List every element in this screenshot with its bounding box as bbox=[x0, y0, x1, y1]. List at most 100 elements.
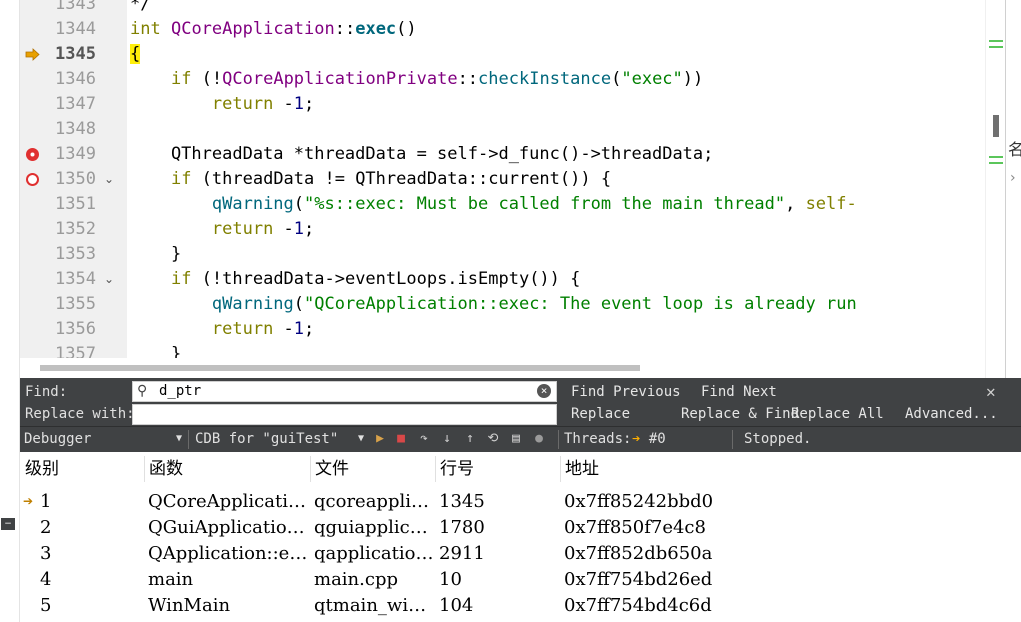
column-header-line[interactable]: 行号 bbox=[440, 452, 474, 486]
code-line[interactable]: 1354 ⌄ if (!threadData->eventLoops.isEmpt… bbox=[20, 267, 985, 292]
code-text[interactable]: return -1; bbox=[130, 92, 314, 117]
find-next-button[interactable]: Find Next bbox=[701, 384, 777, 400]
continue-icon[interactable]: ▶ bbox=[372, 431, 388, 447]
stack-frame-row[interactable]: 3 QApplication::e… qapplicatio… 2911 0x7ff85… bbox=[20, 541, 1021, 567]
line-number[interactable]: 1348 bbox=[44, 117, 96, 142]
line-number[interactable]: 1351 bbox=[44, 192, 96, 217]
stack-frame-row[interactable]: ➔ 1 QCoreApplicati… qcoreappli… 1345 0x7ff852… bbox=[20, 489, 1021, 515]
header-divider[interactable] bbox=[144, 456, 145, 482]
line-number[interactable]: 1346 bbox=[44, 67, 96, 92]
code-line[interactable]: 1346 if (!QCoreApplicationPrivate::check… bbox=[20, 67, 985, 92]
close-icon[interactable]: ✕ bbox=[986, 382, 996, 401]
horizontal-scroll-thumb[interactable] bbox=[40, 365, 640, 371]
code-line[interactable]: 1349 QThreadData *threadData = self->d_f… bbox=[20, 142, 985, 167]
debugger-view-combo[interactable]: Debugger ▼ bbox=[20, 427, 186, 452]
line-number[interactable]: 1345 bbox=[44, 42, 96, 67]
stack-line: 10 bbox=[439, 569, 462, 590]
record-icon[interactable]: ● bbox=[531, 431, 547, 447]
replace-and-find-button[interactable]: Replace & Find bbox=[681, 406, 799, 422]
replace-input[interactable] bbox=[132, 404, 557, 425]
code-line[interactable]: 1356 return -1; bbox=[20, 317, 985, 342]
code-text[interactable]: */ bbox=[130, 0, 150, 17]
line-number[interactable]: 1353 bbox=[44, 242, 96, 267]
line-number[interactable]: 1343 bbox=[44, 0, 96, 17]
instruction-mode-icon[interactable]: ▤ bbox=[508, 431, 524, 447]
code-line[interactable]: 1351 qWarning("%s::exec: Must be called … bbox=[20, 192, 985, 217]
code-text[interactable]: } bbox=[130, 342, 181, 358]
line-number[interactable]: 1357 bbox=[44, 342, 96, 358]
header-divider[interactable] bbox=[435, 456, 436, 482]
stack-file: qapplicatio… bbox=[314, 543, 432, 564]
code-line[interactable]: 1347 return -1; bbox=[20, 92, 985, 117]
step-over-icon[interactable]: ↷ bbox=[416, 431, 432, 447]
fold-chevron-icon[interactable]: ⌄ bbox=[104, 167, 114, 192]
line-number[interactable]: 1354 bbox=[44, 267, 96, 292]
column-header-address[interactable]: 地址 bbox=[565, 452, 599, 486]
call-stack-view[interactable]: 级别 函数 文件 行号 地址 ➔ 1 QCoreApplicati… qcoreapp… bbox=[20, 452, 1021, 622]
side-panel-label: 名 bbox=[1008, 140, 1021, 159]
code-line[interactable]: 1352 return -1; bbox=[20, 217, 985, 242]
column-header-level[interactable]: 级别 bbox=[25, 452, 59, 486]
stack-frame-row[interactable]: 2 QGuiApplicatio… qguiapplic… 1780 0x7ff850f… bbox=[20, 515, 1021, 541]
code-line[interactable]: 1344 int QCoreApplication::exec() bbox=[20, 17, 985, 42]
header-divider[interactable] bbox=[310, 456, 311, 482]
line-number[interactable]: 1355 bbox=[44, 292, 96, 317]
code-line[interactable]: 1348 bbox=[20, 117, 985, 142]
vertical-scroll-thumb[interactable] bbox=[993, 115, 999, 137]
chevron-right-icon[interactable]: › bbox=[1010, 170, 1016, 186]
editor-horizontal-scrollbar[interactable] bbox=[20, 358, 985, 378]
code-text[interactable]: if (threadData != QThreadData::current()… bbox=[130, 167, 611, 192]
stack-level: 1 bbox=[40, 491, 52, 512]
stop-debugger-icon[interactable]: ■ bbox=[393, 431, 409, 447]
current-thread-arrow-icon: ➔ bbox=[632, 431, 641, 447]
code-text[interactable]: return -1; bbox=[130, 317, 314, 342]
code-text[interactable]: int QCoreApplication::exec() bbox=[130, 17, 417, 42]
line-number[interactable]: 1349 bbox=[44, 142, 96, 167]
code-line[interactable]: 1353 } bbox=[20, 242, 985, 267]
code-text[interactable]: qWarning("%s::exec: Must be called from … bbox=[130, 192, 857, 217]
find-previous-button[interactable]: Find Previous bbox=[571, 384, 681, 400]
column-header-function[interactable]: 函数 bbox=[149, 452, 183, 486]
find-input[interactable]: ⚲ d_ptr × bbox=[132, 381, 557, 402]
column-header-file[interactable]: 文件 bbox=[315, 452, 349, 486]
line-number[interactable]: 1352 bbox=[44, 217, 96, 242]
fold-chevron-icon[interactable]: ⌄ bbox=[104, 267, 114, 292]
code-line[interactable]: 1345 { bbox=[20, 42, 985, 67]
step-out-icon[interactable]: ↑ bbox=[462, 431, 478, 447]
code-line[interactable]: 1355 qWarning("QCoreApplication::exec: T… bbox=[20, 292, 985, 317]
code-text[interactable]: return -1; bbox=[130, 217, 314, 242]
clear-icon[interactable]: × bbox=[537, 384, 551, 398]
code-text[interactable]: if (!threadData->eventLoops.isEmpty()) { bbox=[130, 267, 580, 292]
code-line[interactable]: 1350 ⌄ if (threadData != QThreadData::cur… bbox=[20, 167, 985, 192]
code-line[interactable]: 1357 } bbox=[20, 342, 985, 358]
header-divider[interactable] bbox=[560, 456, 561, 482]
line-number[interactable]: 1347 bbox=[44, 92, 96, 117]
line-number[interactable]: 1344 bbox=[44, 17, 96, 42]
restart-icon[interactable]: ⟲ bbox=[485, 431, 501, 447]
advanced-button[interactable]: Advanced... bbox=[905, 406, 998, 422]
editor-vertical-scrollbar[interactable] bbox=[985, 0, 1005, 378]
code-text[interactable]: } bbox=[130, 242, 181, 267]
stack-level: 2 bbox=[40, 517, 52, 538]
search-icon[interactable]: ⚲ bbox=[137, 382, 147, 401]
threads-selector[interactable]: ➔ #0 bbox=[632, 427, 666, 451]
line-number[interactable]: 1350 bbox=[44, 167, 96, 192]
code-line[interactable]: 1343 */ bbox=[20, 0, 985, 17]
code-editor[interactable]: 1343 */1344 int QCoreApplication::exec() 13… bbox=[20, 0, 985, 358]
stack-file: qguiapplic… bbox=[314, 517, 428, 538]
step-into-icon[interactable]: ↓ bbox=[439, 431, 455, 447]
debug-engine-combo[interactable]: CDB for "guiTest" ▼ bbox=[190, 427, 368, 452]
line-number[interactable]: 1356 bbox=[44, 317, 96, 342]
stack-frame-row[interactable]: 4 main main.cpp 10 0x7ff754bd26ed bbox=[20, 567, 1021, 593]
collapse-panel-button[interactable]: − bbox=[1, 518, 15, 530]
breakpoint-icon[interactable] bbox=[25, 147, 40, 162]
code-text[interactable]: qWarning("QCoreApplication::exec: The ev… bbox=[130, 292, 857, 317]
stack-frame-row[interactable]: 5 WinMain qtmain_wi… 104 0x7ff754bd4c6d bbox=[20, 593, 1021, 619]
current-line-arrow-icon bbox=[25, 47, 40, 62]
code-text[interactable]: if (!QCoreApplicationPrivate::checkInsta… bbox=[130, 67, 703, 92]
code-text[interactable]: QThreadData *threadData = self->d_func()… bbox=[130, 142, 713, 167]
replace-all-button[interactable]: Replace All bbox=[791, 406, 884, 422]
disabled-breakpoint-icon[interactable] bbox=[25, 172, 40, 187]
replace-button[interactable]: Replace bbox=[571, 406, 630, 422]
code-text[interactable]: { bbox=[130, 42, 141, 67]
